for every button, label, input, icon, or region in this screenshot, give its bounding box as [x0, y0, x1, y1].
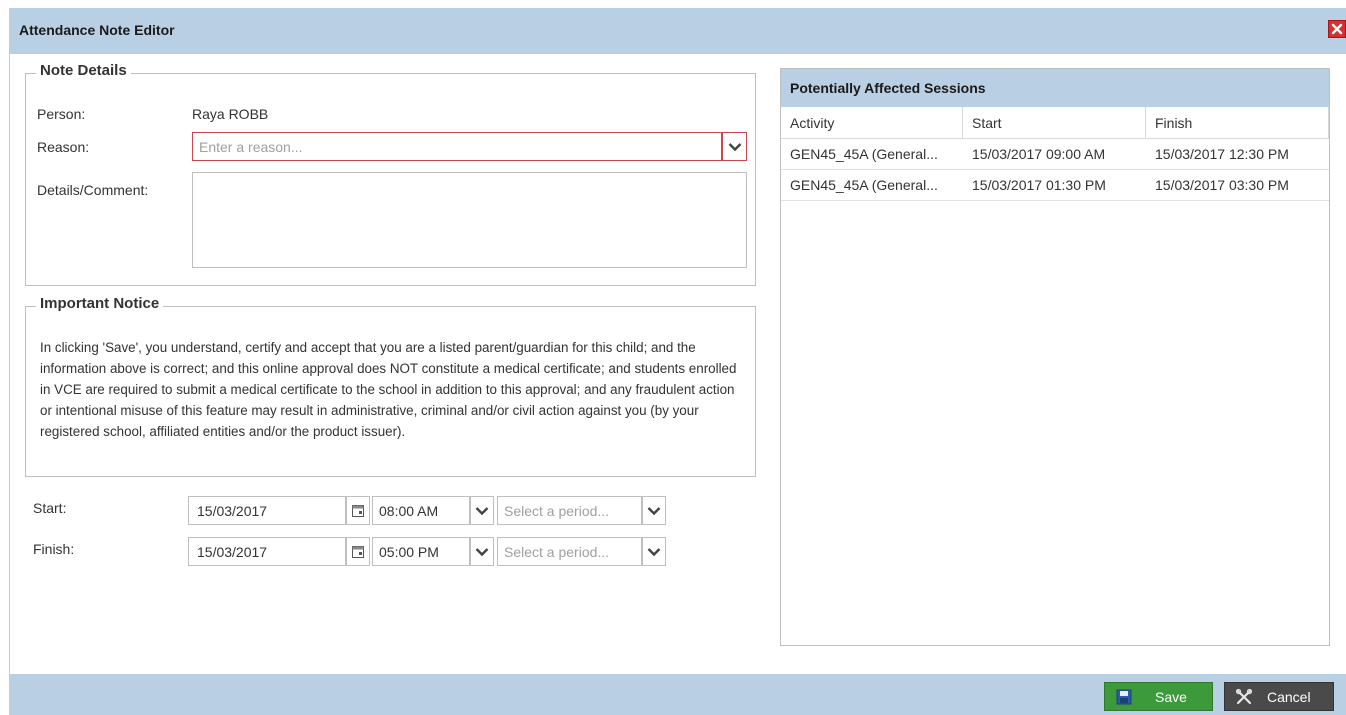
cell-finish: 15/03/2017 03:30 PM [1155, 177, 1289, 193]
save-label: Save [1155, 688, 1187, 705]
window-title: Attendance Note Editor [19, 22, 175, 38]
reason-dropdown-button[interactable] [722, 132, 747, 161]
cell-start: 15/03/2017 09:00 AM [972, 146, 1106, 162]
finish-label: Finish: [33, 541, 75, 557]
chevron-down-icon [647, 547, 661, 556]
finish-period-select[interactable]: Select a period... [497, 537, 642, 566]
cell-activity: GEN45_45A (General... [790, 146, 938, 162]
title-bar: Attendance Note Editor [9, 8, 1346, 54]
note-details-legend: Note Details [36, 62, 131, 79]
reason-label: Reason: [37, 139, 90, 155]
start-period-select[interactable]: Select a period... [497, 496, 642, 525]
calendar-icon [352, 504, 364, 517]
start-label: Start: [33, 500, 67, 516]
start-period-dropdown-button[interactable] [642, 496, 666, 525]
person-value: Raya ROBB [192, 106, 269, 122]
finish-period-dropdown-button[interactable] [642, 537, 666, 566]
finish-time-dropdown-button[interactable] [470, 537, 494, 566]
start-time-dropdown-button[interactable] [470, 496, 494, 525]
comment-label: Details/Comment: [37, 182, 149, 198]
save-button[interactable]: Save [1104, 682, 1213, 711]
footer-bar: Save Cancel [9, 674, 1346, 715]
chevron-down-icon [728, 142, 741, 151]
important-notice-text: In clicking 'Save', you understand, cert… [40, 340, 737, 439]
chevron-down-icon [475, 506, 489, 515]
finish-date-input[interactable]: 15/03/2017 [188, 537, 346, 566]
sessions-grid-header: Activity Start Finish [781, 107, 1329, 139]
start-date-input[interactable]: 15/03/2017 [188, 496, 346, 525]
sessions-panel-title: Potentially Affected Sessions [781, 69, 1329, 107]
column-header-finish[interactable]: Finish [1146, 107, 1329, 138]
close-icon [1331, 23, 1343, 35]
close-button[interactable] [1328, 20, 1346, 38]
chevron-down-icon [647, 506, 661, 515]
cell-start: 15/03/2017 01:30 PM [972, 177, 1106, 193]
cell-activity: GEN45_45A (General... [790, 177, 938, 193]
finish-calendar-button[interactable] [346, 537, 370, 566]
person-label: Person: [37, 106, 86, 122]
floppy-disk-icon [1111, 683, 1137, 710]
start-calendar-button[interactable] [346, 496, 370, 525]
cancel-label: Cancel [1267, 688, 1311, 705]
important-notice-group: Important Notice In clicking 'Save', you… [25, 295, 756, 477]
cell-finish: 15/03/2017 12:30 PM [1155, 146, 1289, 162]
details-comment-textarea[interactable] [192, 172, 747, 268]
table-row[interactable]: GEN45_45A (General... 15/03/2017 01:30 P… [781, 170, 1329, 201]
cancel-button[interactable]: Cancel [1224, 682, 1334, 711]
affected-sessions-panel: Potentially Affected Sessions Activity S… [780, 68, 1330, 646]
attendance-note-editor-window: Attendance Note Editor Note Details Pers… [9, 8, 1346, 715]
calendar-icon [352, 545, 364, 558]
important-notice-legend: Important Notice [36, 295, 164, 312]
left-border [9, 54, 10, 674]
column-header-start[interactable]: Start [963, 107, 1146, 138]
cancel-tools-icon [1231, 683, 1257, 710]
finish-time-input[interactable]: 05:00 PM [372, 537, 470, 566]
column-header-activity[interactable]: Activity [781, 107, 963, 138]
table-row[interactable]: GEN45_45A (General... 15/03/2017 09:00 A… [781, 139, 1329, 170]
reason-input[interactable] [192, 132, 722, 161]
chevron-down-icon [475, 547, 489, 556]
start-time-input[interactable]: 08:00 AM [372, 496, 470, 525]
